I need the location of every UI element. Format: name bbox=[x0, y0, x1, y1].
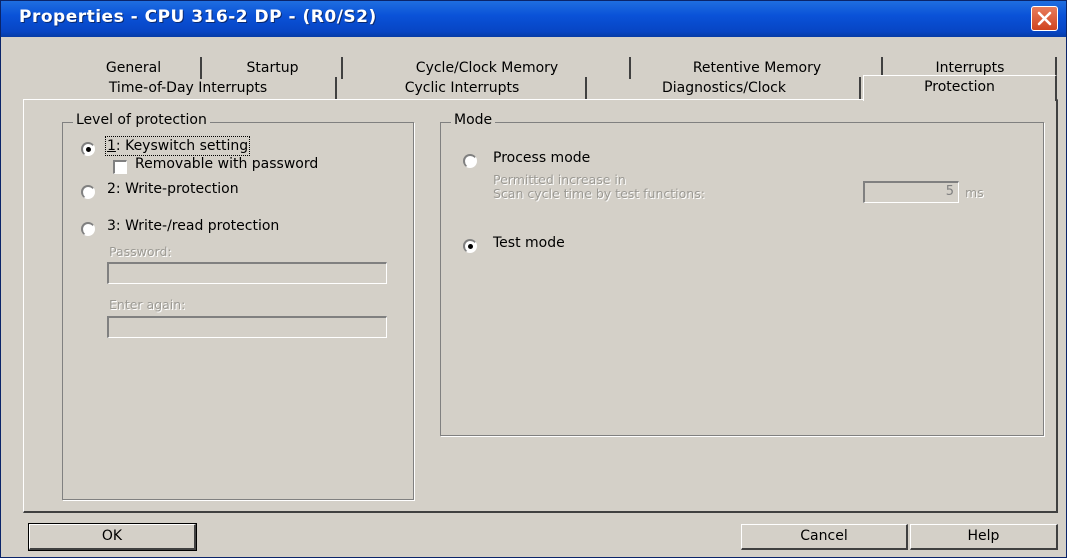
title-bar[interactable]: Properties - CPU 316-2 DP - (R0/S2) bbox=[1, 1, 1066, 37]
test-mode-label[interactable]: Test mode bbox=[493, 235, 565, 251]
tab-diagnostics-clock[interactable]: Diagnostics/Clock bbox=[589, 77, 861, 99]
level-of-protection-title: Level of protection bbox=[73, 112, 210, 128]
password-label: Password: bbox=[109, 244, 172, 259]
tab-general[interactable]: General bbox=[67, 57, 202, 79]
write-protection-radio[interactable] bbox=[81, 185, 95, 199]
keyswitch-label[interactable]: 1: Keyswitch setting bbox=[104, 136, 251, 156]
scan-cycle-unit: ms bbox=[965, 185, 984, 200]
tab-cyclic-interrupts[interactable]: Cyclic Interrupts bbox=[339, 77, 587, 99]
tab-time-of-day-interrupts[interactable]: Time-of-Day Interrupts bbox=[41, 77, 337, 99]
close-icon bbox=[1037, 11, 1052, 26]
removable-with-password-checkbox[interactable] bbox=[113, 160, 127, 174]
level-of-protection-group: Level of protection 1: Keyswitch setting… bbox=[62, 112, 414, 500]
mode-group: Mode Process mode Permitted increase in … bbox=[440, 112, 1044, 436]
tab-startup[interactable]: Startup bbox=[204, 57, 343, 79]
ok-button[interactable]: OK bbox=[28, 523, 197, 551]
password-field[interactable] bbox=[107, 262, 387, 284]
mode-title: Mode bbox=[451, 112, 496, 128]
keyswitch-radio[interactable] bbox=[81, 142, 95, 156]
scan-cycle-label: Scan cycle time by test functions: bbox=[493, 186, 705, 201]
process-mode-radio[interactable] bbox=[463, 154, 477, 168]
enter-again-label: Enter again: bbox=[109, 297, 186, 312]
test-mode-radio[interactable] bbox=[463, 239, 477, 253]
close-button[interactable] bbox=[1031, 6, 1058, 31]
enter-again-field[interactable] bbox=[107, 316, 387, 338]
properties-dialog: Properties - CPU 316-2 DP - (R0/S2) Gene… bbox=[0, 0, 1067, 558]
tab-panel-protection: Level of protection 1: Keyswitch setting… bbox=[23, 99, 1058, 513]
write-protection-label[interactable]: 2: Write-protection bbox=[107, 181, 239, 197]
tab-protection[interactable]: Protection bbox=[863, 75, 1057, 101]
scan-cycle-field[interactable]: 5 bbox=[863, 181, 959, 203]
cancel-button[interactable]: Cancel bbox=[741, 524, 908, 550]
tab-cycle-clock-memory[interactable]: Cycle/Clock Memory bbox=[345, 57, 631, 79]
write-read-protection-radio[interactable] bbox=[81, 222, 95, 236]
help-button[interactable]: Help bbox=[910, 524, 1058, 550]
window-title: Properties - CPU 316-2 DP - (R0/S2) bbox=[19, 7, 377, 27]
tab-retentive-memory[interactable]: Retentive Memory bbox=[633, 57, 883, 79]
permitted-increase-label: Permitted increase in bbox=[493, 172, 626, 187]
write-read-protection-label[interactable]: 3: Write-/read protection bbox=[107, 218, 279, 234]
removable-with-password-label[interactable]: Removable with password bbox=[135, 156, 318, 172]
process-mode-label[interactable]: Process mode bbox=[493, 150, 590, 166]
